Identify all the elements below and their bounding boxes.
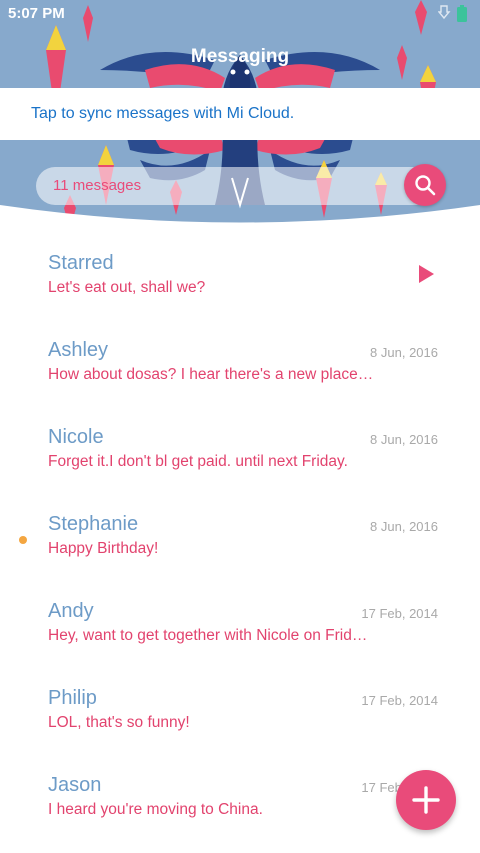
message-date: 8 Jun, 2016 xyxy=(370,432,438,447)
message-preview: I heard you're moving to China. xyxy=(48,801,263,818)
message-preview: Happy Birthday! xyxy=(48,540,159,557)
status-bar: 5:07 PM xyxy=(0,0,480,28)
message-preview: Forget it.I don't bl get paid. until nex… xyxy=(48,453,348,470)
contact-name: Andy xyxy=(48,600,94,622)
conversation-item-philip[interactable]: Philip 17 Feb, 2014 LOL, that's so funny… xyxy=(0,675,480,762)
message-date: 17 Feb, 2014 xyxy=(361,606,438,621)
contact-name: Stephanie xyxy=(48,513,139,535)
search-icon xyxy=(415,175,436,196)
sync-banner[interactable]: Tap to sync messages with Mi Cloud. xyxy=(0,88,480,140)
conversation-item-starred[interactable]: Starred Let's eat out, shall we? xyxy=(0,240,480,327)
play-icon[interactable] xyxy=(418,264,436,284)
status-time: 5:07 PM xyxy=(8,5,65,22)
conversation-item-nicole[interactable]: Nicole 8 Jun, 2016 Forget it.I don't bl … xyxy=(0,414,480,501)
page-title: Messaging xyxy=(190,46,290,67)
search-bar[interactable]: 11 messages xyxy=(36,167,436,205)
search-button[interactable] xyxy=(404,164,446,206)
contact-name: Starred xyxy=(48,252,114,274)
contact-name: Philip xyxy=(48,687,97,709)
conversation-item-stephanie[interactable]: Stephanie 8 Jun, 2016 Happy Birthday! xyxy=(0,501,480,588)
battery-icon xyxy=(438,5,467,22)
conversation-item-ashley[interactable]: Ashley 8 Jun, 2016 How about dosas? I he… xyxy=(0,327,480,414)
message-date: 17 Feb, 2014 xyxy=(361,693,438,708)
plus-icon xyxy=(412,786,440,814)
unread-indicator xyxy=(19,536,27,544)
message-count: 11 messages xyxy=(53,177,142,194)
message-preview: LOL, that's so funny! xyxy=(48,714,190,731)
message-preview: How about dosas? I hear there's a new pl… xyxy=(48,366,374,383)
contact-name: Jason xyxy=(48,774,102,796)
conversation-item-andy[interactable]: Andy 17 Feb, 2014 Hey, want to get toget… xyxy=(0,588,480,675)
contact-name: Ashley xyxy=(48,339,109,361)
message-date: 8 Jun, 2016 xyxy=(370,345,438,360)
message-date: 8 Jun, 2016 xyxy=(370,519,438,534)
new-message-button[interactable] xyxy=(396,770,456,830)
contact-name: Nicole xyxy=(48,426,104,448)
sync-banner-text[interactable]: Tap to sync messages with Mi Cloud. xyxy=(31,105,294,123)
message-preview: Let's eat out, shall we? xyxy=(48,279,206,296)
message-preview: Hey, want to get together with Nicole on… xyxy=(48,627,368,644)
